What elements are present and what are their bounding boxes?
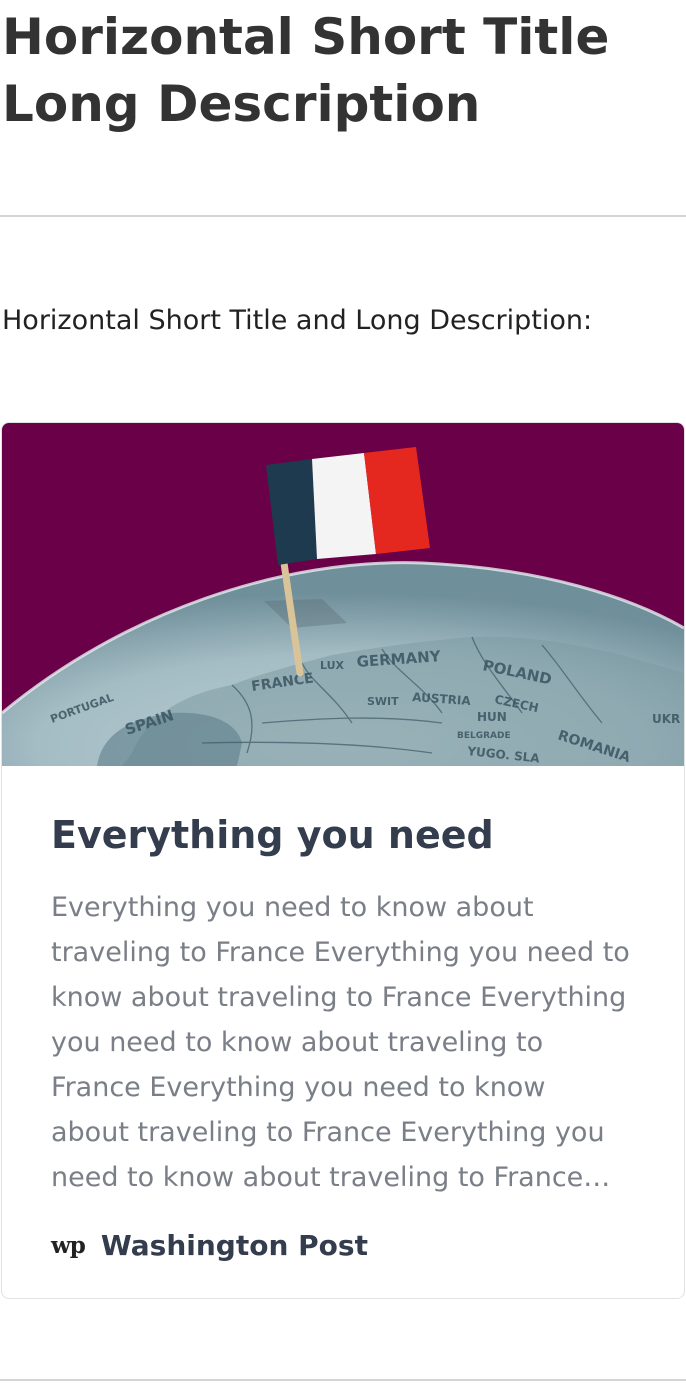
card-description: Everything you need to know about travel…	[51, 892, 630, 1193]
source-name: Washington Post	[100, 1228, 368, 1262]
map-label-lux: LUX	[320, 659, 345, 672]
washington-post-logo-icon: wp	[51, 1231, 86, 1259]
section-label: Horizontal Short Title and Long Descript…	[2, 305, 593, 336]
card-image: GERMANY POLAND FRANCE SPAIN ROMANIA CZEC…	[2, 423, 684, 766]
map-label-belgrade: BELGRADE	[457, 731, 511, 741]
article-card[interactable]: GERMANY POLAND FRANCE SPAIN ROMANIA CZEC…	[1, 422, 685, 1299]
map-label-hun: HUN	[477, 710, 507, 724]
top-divider	[0, 215, 686, 217]
page-title: Horizontal Short Title Long Description	[2, 8, 610, 133]
bottom-divider	[0, 1379, 686, 1381]
map-label-ukr: UKR	[652, 712, 680, 726]
source[interactable]: wp Washington Post	[51, 1223, 368, 1267]
french-flag	[266, 447, 430, 565]
card-title[interactable]: Everything you need	[51, 807, 651, 863]
map-label-swit: SWIT	[367, 695, 399, 708]
